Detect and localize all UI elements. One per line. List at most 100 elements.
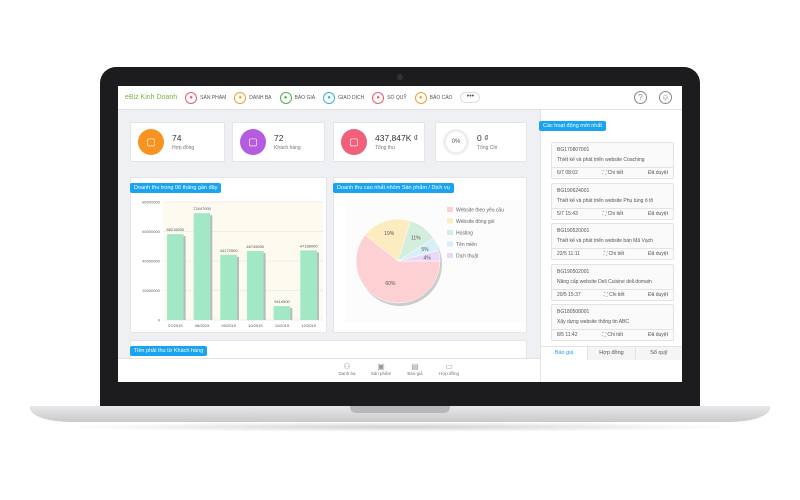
revenue-pie-chart: 60% Website theo yêu cầu 19% Website đóng g… [346,200,526,322]
stat-label: Tổng Chi [477,145,498,151]
more-button[interactable]: ••• [460,92,481,103]
bar-value-label: 72447000 [193,206,212,211]
box-icon: ● [185,91,198,104]
activity-status: Đã duyệt [647,251,668,257]
legend-label: Website đóng gói [456,219,495,225]
contacts-icon: ⚇ [343,362,351,371]
slice-label: 4% [424,255,432,261]
stat-value: 72 [274,133,284,143]
laptop-shadow [60,422,740,432]
user-avatar-icon[interactable]: ☺ [659,91,672,104]
bar-value-label: 47188000 [300,243,319,248]
nav-item[interactable]: ● BÁO GIÁ [279,91,315,104]
activity-desc: Thiết kế và phát triển website Phụ tùng … [557,197,654,204]
bottom-nav-item[interactable]: ▣ Sản phẩm [366,362,396,376]
activity-item[interactable]: BG180508001 Xây dựng website thông tin AB… [551,304,674,341]
bar [167,234,184,320]
legend-swatch [447,253,453,258]
detail-link[interactable]: ⛶ Chi tiết [603,211,623,217]
tab[interactable]: Báo giá [541,347,589,360]
nav-item[interactable]: ● SỔ QUỸ [372,91,407,104]
legend-swatch [447,241,453,247]
revenue-pie-panel: Doanh thu cao nhất nhóm Sản phẩm / Dịch … [333,177,527,333]
activity-item[interactable]: BG170807001 Thiết kế và phát triển websit… [551,142,674,179]
activity-time: 8/5 11:42 [557,332,578,338]
stat-label: Hợp đồng [172,145,195,151]
help-icon[interactable]: ? [634,91,647,104]
bar-value-label: 44172500 [220,248,239,253]
nav-item[interactable]: ● SẢN PHẨM [185,91,226,104]
bottom-nav-item[interactable]: ⚇ Danh bạ [332,362,362,376]
progress-ring: 0% [443,129,469,155]
stat-card[interactable]: 0% 0 ₫ Tổng Chi [435,122,527,162]
panel-title: Doanh thu cao nhất nhóm Sản phẩm / Dịch … [333,183,454,193]
activity-tabs: Báo giá Hợp đồng Sổ quỹ [541,346,682,360]
bar [193,213,211,320]
activity-status: Đã duyệt [647,291,668,298]
brand-logo[interactable]: eBiz Kinh Doanh [125,94,177,101]
tab[interactable]: Sổ quỹ [636,347,682,360]
activity-title: Các hoạt động mới nhất [539,121,606,131]
legend-label: Dịch thuật [456,254,479,260]
bar-value-label: 58216000 [166,227,185,232]
y-tick-label: 20000000 [142,288,161,293]
activity-item[interactable]: BG190502001 Nâng cấp website Deli Cuisine… [551,263,674,301]
box-icon: ▣ [377,362,385,371]
quote-icon: ▤ [411,362,419,371]
bar-value-label: 46745000 [246,244,265,249]
activity-status: Đã duyệt [647,210,668,217]
globe-icon: ▢ [341,129,367,155]
activity-code: BG190502001 [557,268,590,275]
bottom-nav-item[interactable]: ▤ Báo giá [400,362,430,376]
activity-status: Đã duyệt [647,332,668,338]
quote-icon: ● [279,91,292,104]
top-nav: eBiz Kinh Doanh ● SẢN PHẨM ● DANH BẠ ● BÁO GI… [118,86,682,110]
app-screen: eBiz Kinh Doanh ● SẢN PHẨM ● DANH BẠ ● BÁO GI… [118,86,682,382]
x-tick-label: 11/2019 [275,323,290,328]
activity-desc: Xây dựng website thông tin ABC [557,319,630,325]
laptop-notch [350,406,450,413]
stat-card[interactable]: ▢ 437,847K ₫ Tổng thu [333,122,425,162]
bar [300,250,317,320]
stat-value: 0 ₫ [477,133,489,143]
legend-label: Website theo yêu cầu [456,208,504,214]
detail-link[interactable]: ⛶ Chi tiết [604,251,624,257]
slice-label: 11% [411,236,421,242]
contacts-icon: ● [234,91,247,104]
activity-item[interactable]: BG190624001 Thiết kế và phát triển websit… [551,182,674,220]
stat-value: 74 [172,133,182,143]
x-tick-label: 09/2019 [221,323,236,328]
panel-title: Tiền phải thu từ Khách hàng [130,346,208,356]
x-tick-label: 07/2019 [168,323,183,328]
panel-title: Doanh thu trong 06 tháng gần đây [130,183,222,193]
legend-label: Hosting [456,231,473,237]
revenue-bar-chart: 0 20000000 40000000 60000000 80000000 5821600… [142,200,323,328]
y-tick-label: 60000000 [142,229,161,234]
tab[interactable]: Hợp đồng [588,347,636,360]
activity-time: 22/5 11:11 [557,251,580,257]
activity-item[interactable]: BG190520001 Thiết kế và phát triển websit… [551,223,674,260]
nav-item[interactable]: ● GIAO DỊCH [323,91,364,104]
detail-link[interactable]: ⛶ Chi tiết [603,332,623,338]
folder-icon: ▭ [445,362,453,371]
activity-desc: Thiết kế và phát triển website Coaching [557,157,645,163]
activity-code: BG170807001 [557,147,590,153]
x-tick-label: 12/2019 [301,323,316,328]
bar [273,306,291,320]
stat-card[interactable]: ▢ 74 Hợp đồng [130,122,225,162]
camera [397,74,403,80]
nav-item[interactable]: ● BÁO CÁO [414,91,452,104]
slice-label: 19% [384,231,395,237]
stat-card[interactable]: ▢ 72 Khách hàng [232,122,325,162]
nav-item[interactable]: ● DANH BẠ [234,91,272,104]
activity-code: BG190624001 [557,187,590,194]
activity-time: 20/5 15:37 [557,291,581,298]
bar-value-label: 9414500 [274,299,290,304]
y-tick-label: 80000000 [142,200,161,205]
detail-link[interactable]: ⛶ Chi tiết [603,170,623,176]
activity-status: Đã duyệt [647,170,668,176]
chart-icon: ● [414,91,427,104]
bottom-nav-item[interactable]: ▭ Hợp đồng [434,362,464,376]
detail-link[interactable]: ⛶ Chi tiết [604,292,624,298]
wallet-icon: ● [372,91,385,104]
